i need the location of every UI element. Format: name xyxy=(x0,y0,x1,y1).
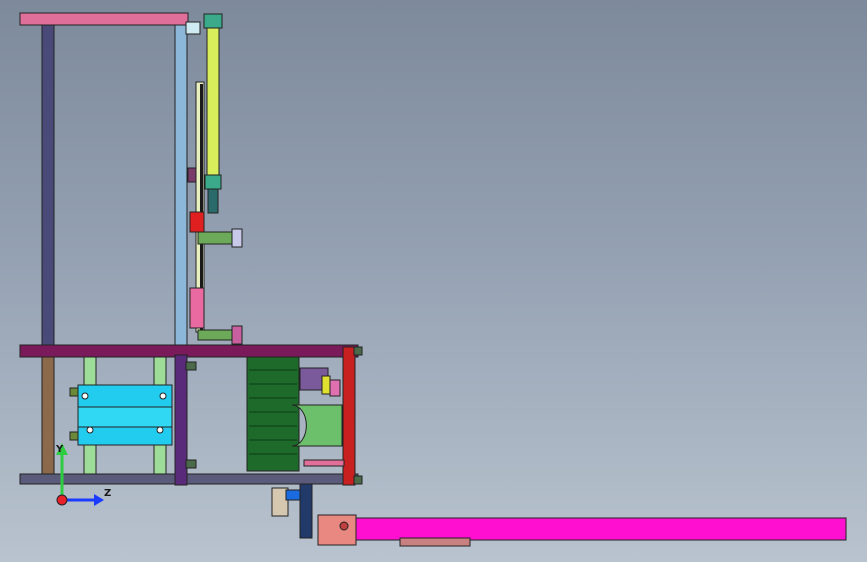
frame-top-rail xyxy=(19,12,189,26)
frame-inner-post xyxy=(174,354,188,486)
lower-rail xyxy=(399,537,471,547)
block-screw xyxy=(159,392,167,400)
clamp-lower-head xyxy=(231,325,243,345)
guide-rod-pink xyxy=(303,459,345,467)
conveyor-support-post xyxy=(299,483,313,539)
left-frame-post-lower xyxy=(41,354,55,481)
triad-origin xyxy=(56,494,68,506)
triad-z-label: Z xyxy=(104,488,111,499)
cylinder-top-cap xyxy=(203,13,223,29)
frame-top-cap xyxy=(185,21,201,35)
end-bracket-pin xyxy=(339,521,349,531)
right-bracket-post xyxy=(342,346,356,486)
cyan-block-top xyxy=(77,384,173,408)
assembly-drawing[interactable]: Y Z xyxy=(0,0,867,562)
bolt-head xyxy=(353,346,363,356)
cylinder-bottom-cap xyxy=(204,174,222,190)
block-screw xyxy=(81,392,89,400)
conveyor-belt xyxy=(354,517,847,541)
sensor-pink xyxy=(329,379,341,397)
clamp-upper-head xyxy=(231,228,243,248)
slide-block-red xyxy=(189,211,205,233)
slide-block-purple xyxy=(187,167,197,183)
frame-base-rail xyxy=(19,473,359,485)
triad-y-label: Y xyxy=(55,444,64,455)
conveyor-assembly[interactable] xyxy=(271,483,847,547)
cad-viewport[interactable]: Y Z xyxy=(0,0,867,562)
vertical-cylinder-assembly[interactable] xyxy=(187,13,243,345)
bolt-head xyxy=(353,475,363,485)
block-screw xyxy=(156,426,164,434)
frame-mid-beam xyxy=(19,344,359,358)
cylinder-barrel xyxy=(206,27,220,179)
block-fitting xyxy=(69,387,79,397)
block-screw xyxy=(86,426,94,434)
end-bracket xyxy=(317,514,357,546)
bolt-head xyxy=(185,459,197,469)
sensor-yellow xyxy=(321,375,331,395)
cyan-block-middle xyxy=(77,406,173,428)
cylinder-rod-end xyxy=(207,188,219,214)
slide-block-pink xyxy=(189,287,205,329)
blue-coupler xyxy=(285,489,301,501)
block-fitting xyxy=(69,431,79,441)
bolt-head xyxy=(185,361,197,371)
